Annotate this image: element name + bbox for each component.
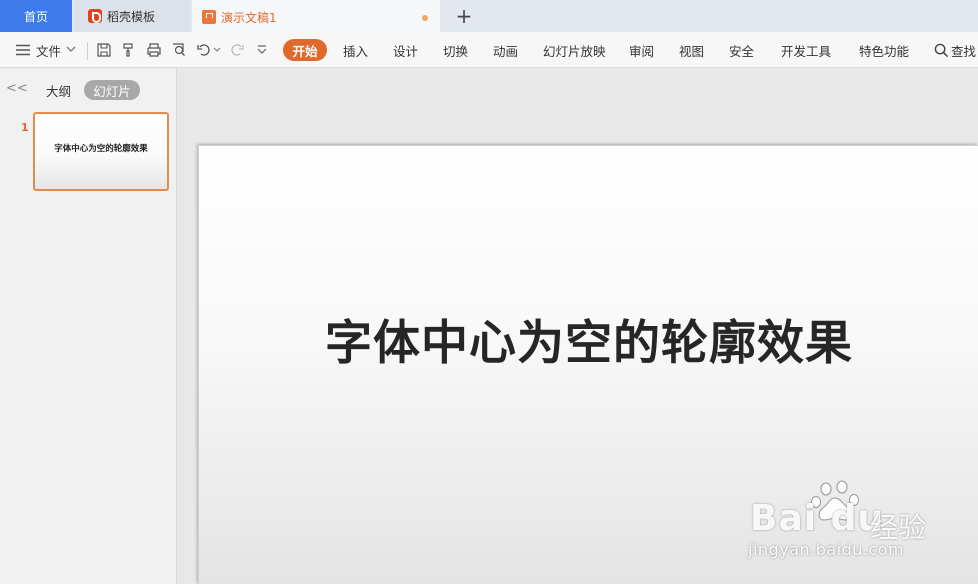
file-menu[interactable]: 文件 [36,32,61,68]
format-painter-icon[interactable] [121,42,137,58]
tab-bar: 首页 稻壳模板 演示文稿1 + [0,0,978,32]
hamburger-menu-icon[interactable] [15,42,31,58]
menu-slideshow[interactable]: 幻灯片放映 [543,32,606,68]
menu-security[interactable]: 安全 [729,32,754,68]
menu-developer-tools[interactable]: 开发工具 [781,32,831,68]
undo-dropdown-icon[interactable] [213,46,221,54]
tab-presentation-label: 演示文稿1 [221,10,277,25]
print-preview-icon[interactable] [171,42,187,58]
thumbnail-title: 字体中心为空的轮廓效果 [54,144,148,154]
tab-outline[interactable]: 大纲 [46,81,71,100]
menu-review[interactable]: 审阅 [629,32,654,68]
slide-title-textbox[interactable]: 字体中心为空的轮廓效果 [199,304,978,373]
new-tab-button[interactable]: + [452,4,476,28]
search-button[interactable]: 查找 [934,32,976,68]
watermark-brand: Bai du [750,498,885,539]
menu-transitions[interactable]: 切换 [443,32,468,68]
menu-design[interactable]: 设计 [393,32,418,68]
tab-daoke-templates[interactable]: 稻壳模板 [74,0,190,32]
undo-icon[interactable] [196,42,212,58]
redo-icon[interactable] [229,42,245,58]
watermark-url: jingyan.baidu.com [748,540,905,559]
tab-home-label: 首页 [23,9,48,24]
daoke-logo-icon [88,9,102,23]
tab-home[interactable]: 首页 [0,0,72,32]
search-icon [934,43,949,57]
presentation-icon [202,10,216,24]
save-icon[interactable] [96,42,112,58]
collapse-panel-button[interactable]: << [6,81,28,96]
tab-slides[interactable]: 幻灯片 [84,80,140,100]
slides-panel: << 大纲 幻灯片 1 字体中心为空的轮廓效果 [0,69,177,584]
unsaved-dot-icon [422,15,428,21]
menu-special-features[interactable]: 特色功能 [859,32,909,68]
menu-start[interactable]: 开始 [283,39,327,61]
toolbar-divider [87,42,88,60]
menu-animations[interactable]: 动画 [493,32,518,68]
chevron-down-icon[interactable] [65,43,77,55]
baidu-jingyan-watermark: Bai du 经验 jingyan.baidu.com [748,478,978,568]
customize-toolbar-icon[interactable] [256,44,268,56]
tab-presentation[interactable]: 演示文稿1 [192,0,440,32]
slide-number: 1 [21,121,29,134]
main-toolbar: 文件 开始 插入 设计 切换 动画 幻灯片放映 审阅 视图 安全 开发工具 特色… [0,32,978,68]
menu-insert[interactable]: 插入 [343,32,368,68]
menu-view[interactable]: 视图 [679,32,704,68]
print-icon[interactable] [146,42,162,58]
slide-thumbnail[interactable]: 字体中心为空的轮廓效果 [33,112,169,191]
file-menu-label: 文件 [36,43,62,59]
search-label: 查找 [951,43,977,59]
tab-daoke-label: 稻壳模板 [107,9,156,24]
